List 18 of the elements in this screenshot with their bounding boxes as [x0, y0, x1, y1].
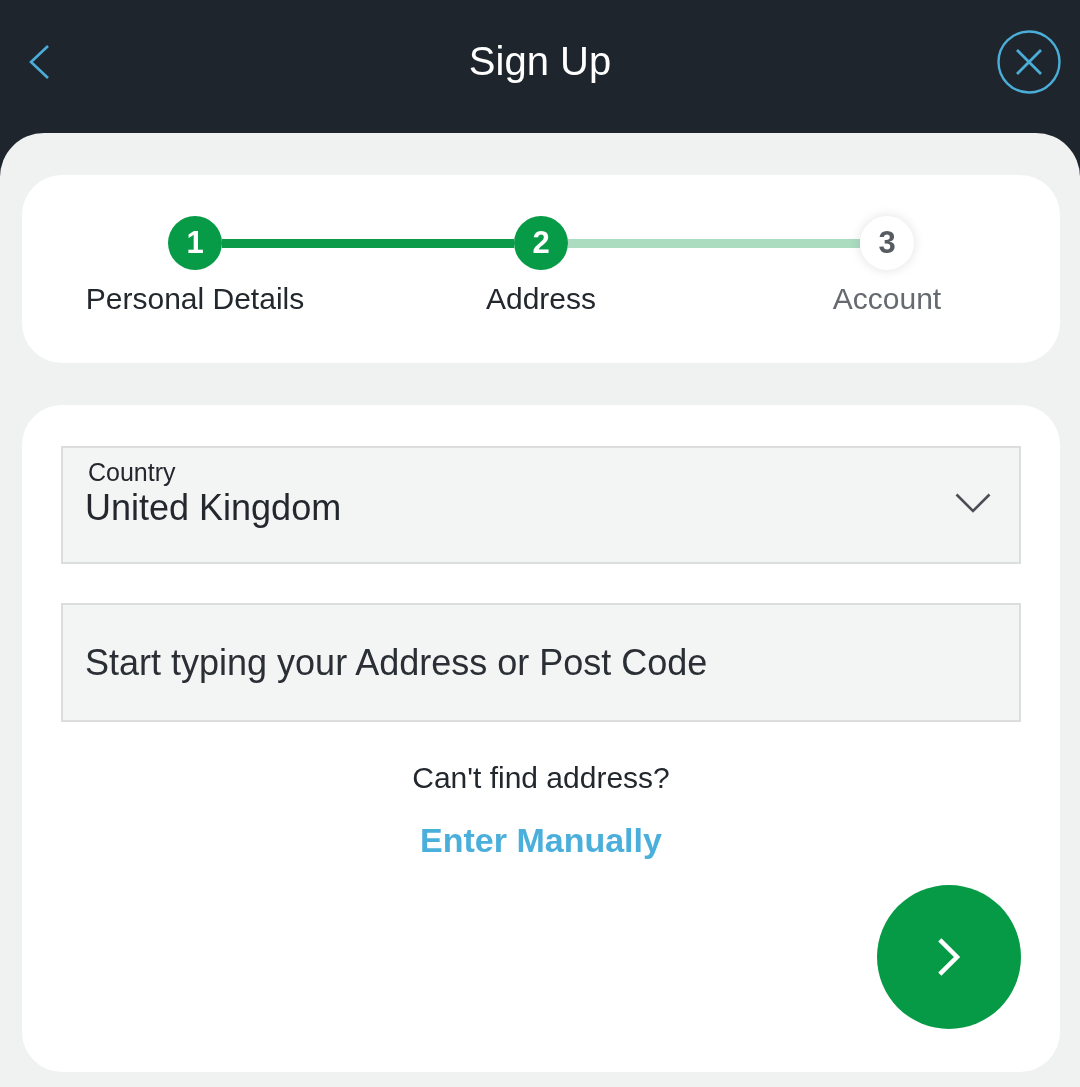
- selected-value: United Kingdom: [85, 487, 342, 529]
- close-icon: [997, 29, 1061, 94]
- step-label: Personal Details: [85, 281, 305, 316]
- step-number: 1: [168, 216, 222, 270]
- help-text: Can't find address?: [412, 760, 670, 795]
- step-label: Account: [832, 281, 942, 316]
- step-number: 2: [514, 216, 568, 270]
- chevron-down-icon: [955, 492, 991, 513]
- field-label: Country: [87, 458, 176, 487]
- step-number: 3: [860, 216, 914, 270]
- back-button[interactable]: [28, 43, 50, 80]
- back-chevron-icon: [28, 43, 50, 80]
- step-label: Address: [485, 281, 597, 316]
- country-select[interactable]: Country United Kingdom: [61, 446, 1021, 564]
- chevron-right-icon: [937, 937, 961, 977]
- address-input[interactable]: Start typing your Address or Post Code: [61, 603, 1021, 722]
- close-button[interactable]: [997, 29, 1061, 94]
- page-title: Sign Up: [468, 39, 612, 84]
